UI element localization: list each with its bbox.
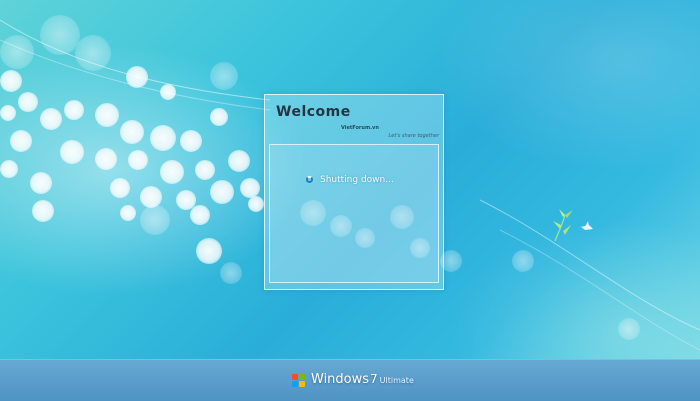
os-branding: Windows7 Ultimate bbox=[311, 372, 414, 387]
branding-bar: Windows7 Ultimate bbox=[0, 359, 700, 401]
brand-name: VietForum.vn bbox=[341, 125, 379, 131]
welcome-title: Welcome bbox=[276, 104, 351, 120]
os-version: 7 bbox=[370, 372, 378, 386]
tagline: Let's share together bbox=[388, 133, 439, 139]
os-product: Windows bbox=[311, 372, 370, 387]
busy-spinner-icon bbox=[306, 176, 313, 183]
windows-logo-icon bbox=[292, 374, 306, 388]
os-edition: Ultimate bbox=[379, 376, 414, 385]
login-panel: Welcome VietForum.vn Let's share togethe… bbox=[264, 94, 444, 290]
bird-icon bbox=[553, 209, 593, 242]
status-text: Shutting down... bbox=[320, 175, 394, 185]
status-box: Shutting down... bbox=[269, 144, 439, 283]
